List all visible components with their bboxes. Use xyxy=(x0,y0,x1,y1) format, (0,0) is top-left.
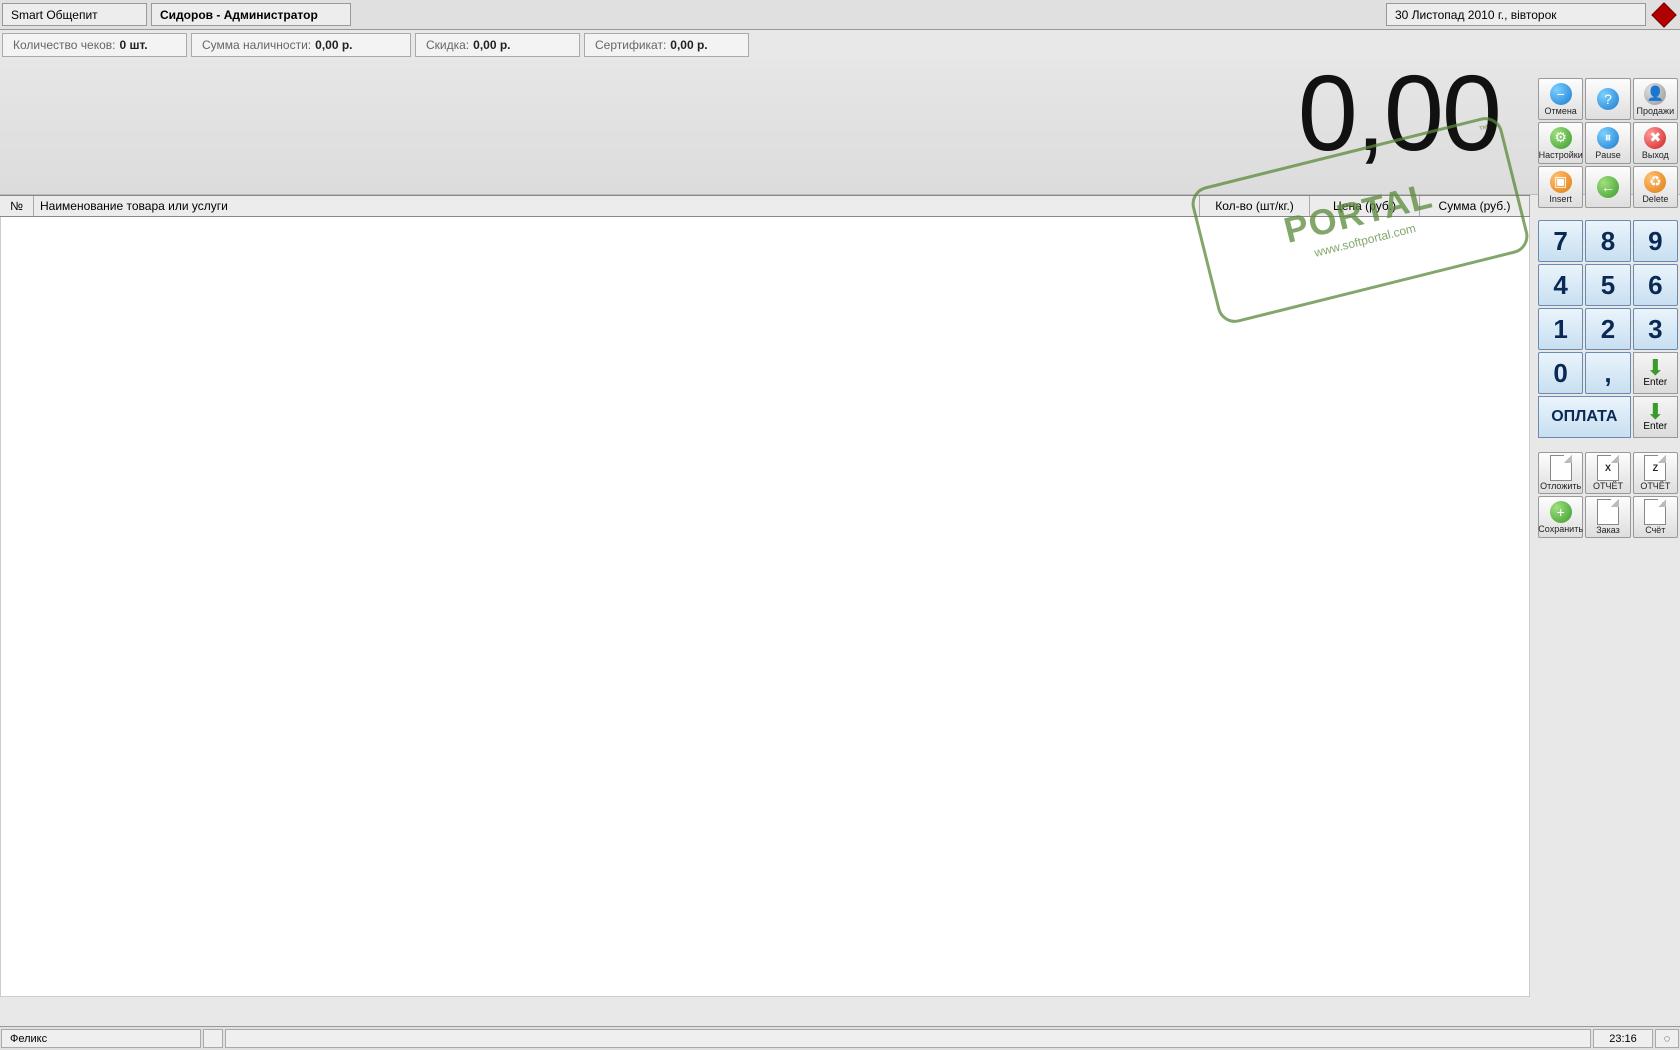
enter-button-2[interactable]: ⬇Enter xyxy=(1633,396,1678,438)
back-button[interactable]: ← xyxy=(1585,166,1630,208)
status-device: Феликс xyxy=(1,1029,201,1048)
help-button[interactable]: ? xyxy=(1585,78,1630,120)
pause-button[interactable]: ⏸Pause xyxy=(1585,122,1630,164)
stat-discount-label: Скидка: xyxy=(426,38,469,52)
defer-label: Отложить xyxy=(1540,481,1581,491)
insert-label: Insert xyxy=(1549,194,1572,204)
num-2[interactable]: 2 xyxy=(1585,308,1630,350)
pause-label: Pause xyxy=(1595,150,1621,160)
num-6[interactable]: 6 xyxy=(1633,264,1678,306)
defer-button[interactable]: Отложить xyxy=(1538,452,1583,494)
status-time: 23:16 xyxy=(1593,1029,1653,1048)
stat-cash-value: 0,00 р. xyxy=(315,38,352,52)
num-8[interactable]: 8 xyxy=(1585,220,1630,262)
x-report-button[interactable]: XОТЧЁТ xyxy=(1585,452,1630,494)
insert-button[interactable]: ▣Insert xyxy=(1538,166,1583,208)
minus-icon: − xyxy=(1550,83,1572,105)
stat-checks-label: Количество чеков: xyxy=(13,38,115,52)
arrow-left-icon: ← xyxy=(1597,176,1619,198)
document-icon xyxy=(1550,455,1572,481)
total-display: 0,00 xyxy=(1298,50,1500,175)
num-comma[interactable]: , xyxy=(1585,352,1630,394)
col-number[interactable]: № xyxy=(0,196,34,216)
plus-icon: + xyxy=(1550,501,1572,523)
enter-label: Enter xyxy=(1643,377,1667,388)
exit-label: Выход xyxy=(1642,150,1669,160)
stat-cert: Сертификат: 0,00 р. xyxy=(584,33,749,57)
topbar-spacer xyxy=(355,3,1382,26)
status-main xyxy=(225,1029,1591,1048)
num-9[interactable]: 9 xyxy=(1633,220,1678,262)
app-title: Smart Общепит xyxy=(2,3,147,26)
grid-header: № Наименование товара или услуги Кол-во … xyxy=(0,195,1530,217)
num-4[interactable]: 4 xyxy=(1538,264,1583,306)
pause-icon: ⏸ xyxy=(1597,127,1619,149)
z-report-label: ОТЧЁТ xyxy=(1640,481,1670,491)
ruby-icon xyxy=(1651,2,1676,27)
gear-icon: ⚙ xyxy=(1550,127,1572,149)
save-label: Сохранить xyxy=(1538,524,1583,534)
cancel-label: Отмена xyxy=(1545,106,1577,116)
delete-button[interactable]: ♻Delete xyxy=(1633,166,1678,208)
date-display: 30 Листопад 2010 г., вівторок xyxy=(1386,3,1646,26)
col-name[interactable]: Наименование товара или услуги xyxy=(34,196,1200,216)
cancel-button[interactable]: −Отмена xyxy=(1538,78,1583,120)
bill-icon xyxy=(1644,499,1666,525)
settings-label: Настройки xyxy=(1539,150,1583,160)
status-activity-icon: ◌ xyxy=(1655,1029,1679,1048)
save-button[interactable]: +Сохранить xyxy=(1538,496,1583,538)
col-qty[interactable]: Кол-во (шт/кг.) xyxy=(1200,196,1310,216)
order-label: Заказ xyxy=(1596,525,1620,535)
z-report-icon: Z xyxy=(1644,455,1666,481)
sales-label: Продажи xyxy=(1637,106,1675,116)
numpad: 7 8 9 4 5 6 1 2 3 0 , ⬇Enter ОПЛАТА ⬇Ent… xyxy=(1538,220,1678,438)
col-sum[interactable]: Сумма (руб.) xyxy=(1420,196,1530,216)
x-report-icon: X xyxy=(1597,455,1619,481)
stat-cash-label: Сумма наличности: xyxy=(202,38,311,52)
col-price[interactable]: Цена (руб.) xyxy=(1310,196,1420,216)
enter-label-2: Enter xyxy=(1643,421,1667,432)
delete-label: Delete xyxy=(1642,194,1668,204)
num-0[interactable]: 0 xyxy=(1538,352,1583,394)
stat-cash: Сумма наличности: 0,00 р. xyxy=(191,33,411,57)
enter-button[interactable]: ⬇Enter xyxy=(1633,352,1678,394)
status-sep xyxy=(203,1029,223,1048)
pay-button[interactable]: ОПЛАТА xyxy=(1538,396,1631,438)
stat-cert-value: 0,00 р. xyxy=(670,38,707,52)
num-3[interactable]: 3 xyxy=(1633,308,1678,350)
user-title: Сидоров - Администратор xyxy=(151,3,351,26)
recycle-icon: ♻ xyxy=(1644,171,1666,193)
num-5[interactable]: 5 xyxy=(1585,264,1630,306)
grid-body[interactable] xyxy=(0,217,1530,997)
app-logo[interactable] xyxy=(1650,3,1678,26)
stat-discount-value: 0,00 р. xyxy=(473,38,510,52)
num-1[interactable]: 1 xyxy=(1538,308,1583,350)
bill-button[interactable]: Счёт xyxy=(1633,496,1678,538)
stat-checks-value: 0 шт. xyxy=(119,38,147,52)
sales-button[interactable]: 👤Продажи xyxy=(1633,78,1678,120)
z-report-button[interactable]: ZОТЧЁТ xyxy=(1633,452,1678,494)
person-icon: 👤 xyxy=(1644,83,1666,105)
order-button[interactable]: Заказ xyxy=(1585,496,1630,538)
stat-cert-label: Сертификат: xyxy=(595,38,666,52)
bill-label: Счёт xyxy=(1645,525,1665,535)
question-icon: ? xyxy=(1597,88,1619,110)
num-7[interactable]: 7 xyxy=(1538,220,1583,262)
stat-discount: Скидка: 0,00 р. xyxy=(415,33,580,57)
stat-checks: Количество чеков: 0 шт. xyxy=(2,33,187,57)
insert-icon: ▣ xyxy=(1550,171,1572,193)
x-report-label: ОТЧЁТ xyxy=(1593,481,1623,491)
clipboard-icon xyxy=(1597,499,1619,525)
settings-button[interactable]: ⚙Настройки xyxy=(1538,122,1583,164)
arrow-down-icon: ⬇ xyxy=(1646,403,1664,421)
exit-icon: ✖ xyxy=(1644,127,1666,149)
arrow-down-icon: ⬇ xyxy=(1646,359,1664,377)
exit-button[interactable]: ✖Выход xyxy=(1633,122,1678,164)
